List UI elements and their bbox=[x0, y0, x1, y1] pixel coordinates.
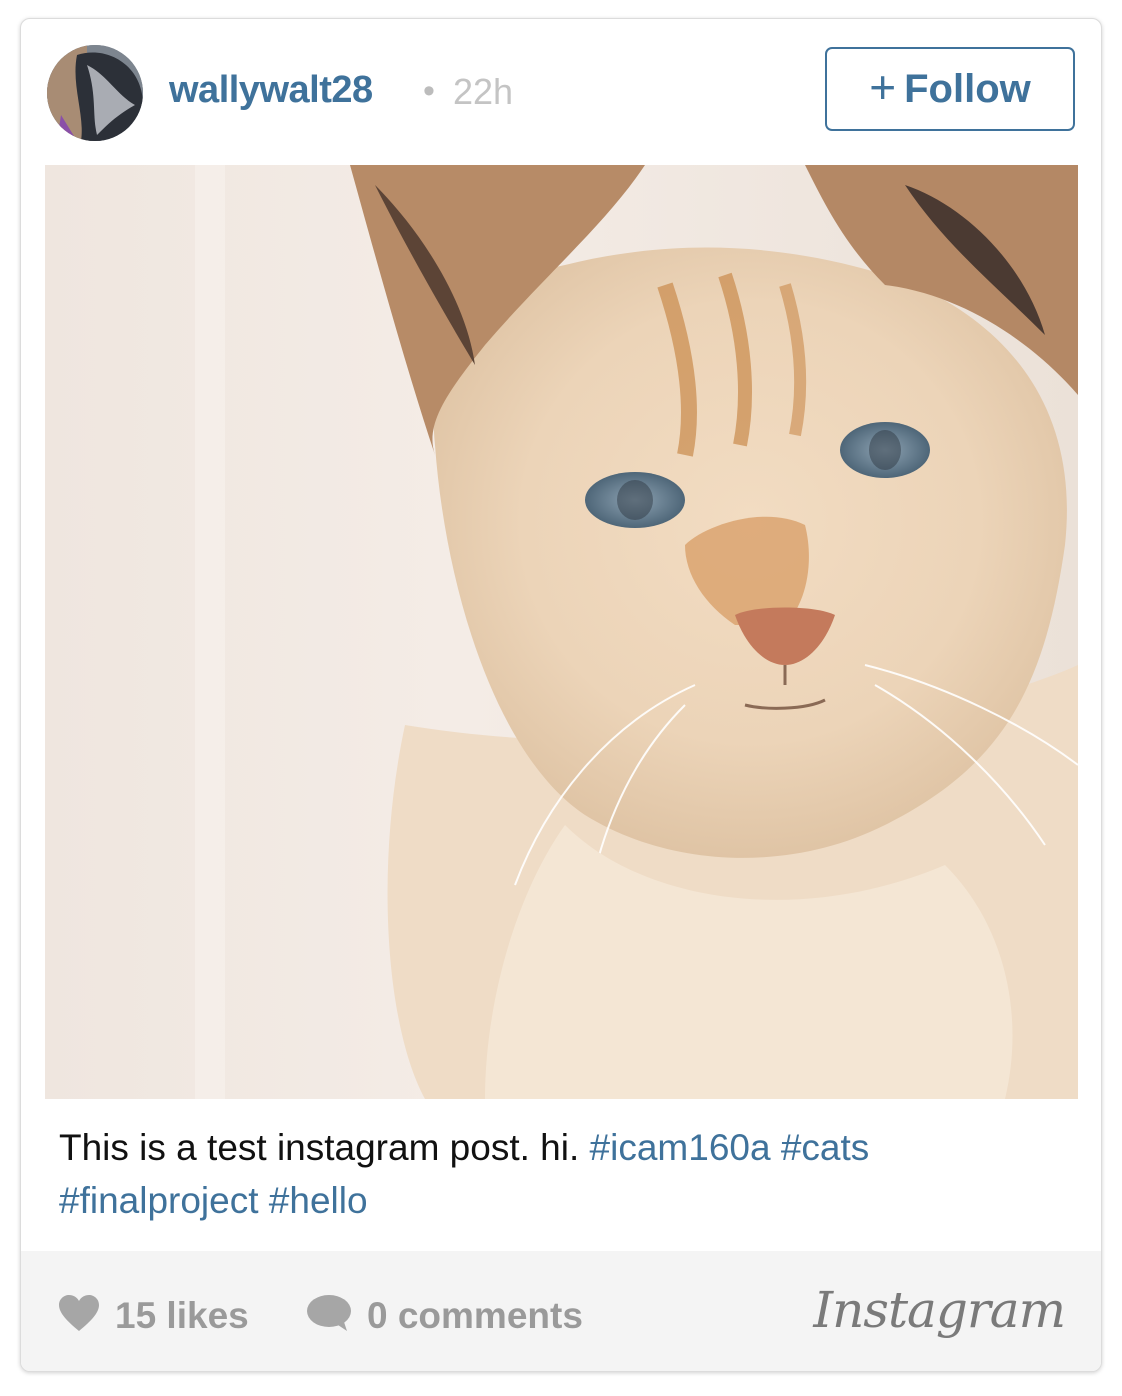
hashtag[interactable]: #cats bbox=[781, 1127, 869, 1168]
hashtag[interactable]: #finalproject bbox=[59, 1180, 259, 1221]
likes-count: 15 likes bbox=[115, 1294, 249, 1336]
username[interactable]: wallywalt28 bbox=[169, 69, 373, 112]
caption-text: This is a test instagram post. hi. bbox=[59, 1127, 580, 1168]
separator-dot: • bbox=[423, 72, 435, 110]
comments-counter[interactable]: 0 comments bbox=[305, 1293, 583, 1338]
heart-icon bbox=[57, 1293, 101, 1338]
plus-icon: + bbox=[869, 61, 897, 113]
post-time[interactable]: 22h bbox=[453, 71, 513, 113]
hashtag[interactable]: #icam160a bbox=[590, 1127, 771, 1168]
likes-counter[interactable]: 15 likes bbox=[57, 1293, 249, 1338]
comment-bubble-icon bbox=[305, 1293, 353, 1338]
avatar[interactable] bbox=[47, 45, 143, 141]
post-footer: 15 likes 0 comments Instagram bbox=[21, 1251, 1101, 1371]
comments-count: 0 comments bbox=[367, 1294, 583, 1336]
follow-label: Follow bbox=[904, 66, 1031, 111]
post-header: wallywalt28 • 22h + Follow bbox=[21, 19, 1101, 165]
instagram-post-card: wallywalt28 • 22h + Follow This is a tes… bbox=[20, 18, 1102, 1372]
instagram-logo[interactable]: Instagram bbox=[813, 1281, 1066, 1339]
post-caption: This is a test instagram post. hi. #icam… bbox=[59, 1121, 1069, 1227]
follow-button[interactable]: + Follow bbox=[825, 47, 1075, 131]
hashtag[interactable]: #hello bbox=[269, 1180, 368, 1221]
post-photo[interactable] bbox=[45, 165, 1078, 1099]
